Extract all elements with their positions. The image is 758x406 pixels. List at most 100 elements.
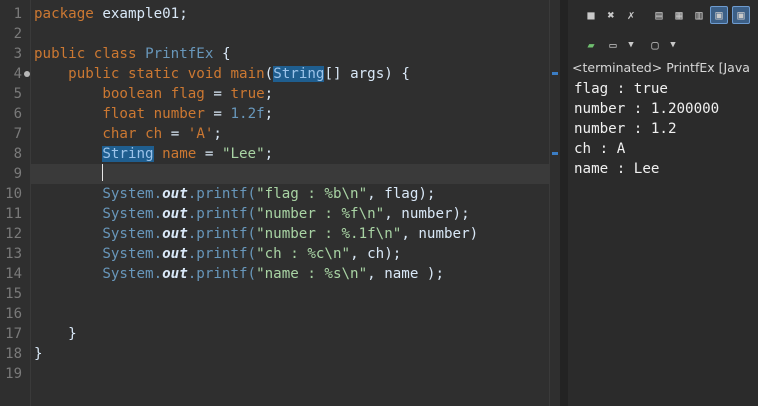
code-line[interactable]: System.out.printf("flag : %b\n", flag); [34,184,435,204]
word-wrap-icon[interactable]: ▦ [670,6,688,24]
code-token: ; [264,86,274,102]
code-token: out [162,226,188,242]
display-console-icon[interactable]: ▣ [710,6,728,24]
code-line[interactable]: package example01; [34,4,188,24]
line-number: 5 [13,86,22,102]
code-token: number [153,106,205,122]
code-token: System. [34,206,163,222]
occurrence-marker[interactable] [552,152,558,155]
code-token: name [162,146,197,162]
display-selected-console-icon[interactable]: ▭ [604,36,622,54]
code-token: = [204,86,231,102]
code-token: char [102,126,137,142]
line-number: 10 [5,186,22,202]
pin-icon[interactable]: ▥ [690,6,708,24]
code-line[interactable]: } [34,344,43,364]
view-splitter[interactable] [560,0,568,406]
code-line[interactable]: char ch = 'A'; [34,124,222,144]
line-number: 6 [13,106,22,122]
dropdown-icon[interactable]: ▼ [622,36,640,54]
code-line[interactable]: System.out.printf("name : %s\n", name ); [34,264,444,284]
code-token: = [196,146,222,162]
occurrence-marker[interactable] [552,72,558,75]
line-number: 1 [13,6,22,22]
code-editor[interactable]: 1 2 3 4 5 6 7 8 9 10 11 12 13 14 15 16 17 18 19 package ex… [0,0,561,406]
open-console-icon[interactable]: ▰ [582,36,600,54]
code-token: System. [34,246,163,262]
override-marker-icon[interactable] [24,71,30,77]
code-token: "number : %f\n" [256,206,385,222]
line-number: 19 [5,366,22,382]
code-token: void [187,66,222,82]
code-token: ; [213,126,222,142]
code-line[interactable]: boolean flag = true; [34,84,273,104]
code-line[interactable]: public static void main(String[] args) { [34,64,410,84]
code-token: , name ); [367,266,445,282]
line-number: 4 [13,66,22,82]
code-line[interactable]: String name = "Lee"; [34,144,273,164]
dropdown-icon[interactable]: ▼ [664,36,682,54]
code-token: out [162,246,188,262]
line-number: 14 [5,266,22,282]
code-line[interactable]: float number = 1.2f; [34,104,273,124]
stop-icon[interactable]: ■ [582,6,600,24]
line-number-gutter: 1 2 3 4 5 6 7 8 9 10 11 12 13 14 15 16 17 18 19 [0,0,31,406]
current-line-highlight [31,164,549,184]
code-token: [] args) { [324,66,410,82]
line-number: 16 [5,306,22,322]
code-token: "ch : %c\n" [256,246,351,262]
code-line[interactable]: System.out.printf("number : %f\n", numbe… [34,204,469,224]
code-token: "flag : %b\n" [256,186,368,202]
line-number: 9 [13,166,22,182]
code-token: .printf( [187,226,257,242]
code-token: = [204,106,231,122]
console-output-line: number : 1.200000 [574,101,720,117]
code-token: static [127,66,180,82]
scroll-lock-icon[interactable]: ▤ [650,6,668,24]
code-token: , number) [401,226,479,242]
line-number: 2 [13,26,22,42]
code-token: public [34,46,86,62]
remove-launch-icon[interactable]: ✖ [602,6,620,24]
line-number: 13 [5,246,22,262]
code-token: = [162,126,188,142]
code-area[interactable]: package example01; public class PrintfEx … [31,0,549,406]
code-token: out [162,266,188,282]
code-token: ; [264,146,274,162]
code-token: System. [34,266,163,282]
code-token: public [68,66,120,82]
code-token: "name : %s\n" [256,266,368,282]
console-view: ■ ✖ ✗ ▤ ▦ ▥ ▣ ▣ ▰ ▭ ▼ ▢ ▼ <terminated> P… [568,0,758,406]
code-token: .printf( [187,206,257,222]
code-token: , ch); [350,246,402,262]
code-line[interactable]: public class PrintfEx { [34,44,231,64]
code-token: ; [264,106,274,122]
new-console-icon[interactable]: ▣ [732,6,750,24]
code-line[interactable] [34,164,104,184]
code-token: "Lee" [221,146,265,162]
code-token: package [34,6,94,22]
line-number: 8 [13,146,22,162]
code-line[interactable]: System.out.printf("number : %.1f\n", num… [34,224,478,244]
remove-all-icon[interactable]: ✗ [622,6,640,24]
code-token: "number : %.1f\n" [256,226,402,242]
text-caret [102,164,104,181]
code-token: 1.2f [230,106,265,122]
new-console-view-icon[interactable]: ▢ [646,36,664,54]
console-output-line: name : Lee [574,161,660,177]
code-token: .printf( [187,246,257,262]
code-line[interactable]: } [34,324,77,344]
code-token: } [34,346,43,362]
code-token: .printf( [187,266,257,282]
line-number: 12 [5,226,22,242]
code-line[interactable]: System.out.printf("ch : %c\n", ch); [34,244,401,264]
